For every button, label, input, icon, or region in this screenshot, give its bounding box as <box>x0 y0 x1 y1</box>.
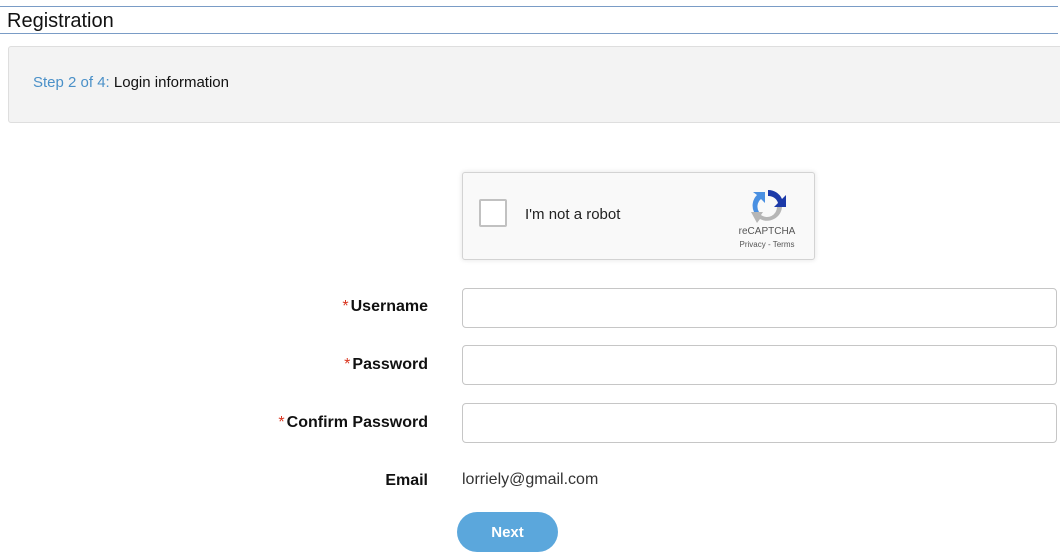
next-button[interactable]: Next <box>457 512 558 552</box>
password-input[interactable] <box>462 345 1057 385</box>
confirm-password-label: * Confirm Password <box>278 414 428 432</box>
required-marker: * <box>278 414 285 431</box>
recaptcha-checkbox[interactable] <box>479 199 507 227</box>
username-label-text: Username <box>350 298 428 315</box>
email-value: lorriely@gmail.com <box>462 471 599 488</box>
recaptcha-brand: reCAPTCHA <box>738 226 796 237</box>
recaptcha-icon <box>751 189 786 223</box>
required-marker: * <box>344 356 351 373</box>
confirm-password-label-text: Confirm Password <box>286 414 428 431</box>
password-label: * Password <box>344 356 428 374</box>
required-marker: * <box>342 298 349 315</box>
step-prefix: Step 2 of 4: <box>33 74 110 91</box>
password-label-text: Password <box>352 356 428 373</box>
recaptcha-links[interactable]: Privacy - Terms <box>727 240 807 249</box>
recaptcha-label: I'm not a robot <box>525 206 621 223</box>
email-label: Email <box>385 472 428 489</box>
page-title: Registration <box>7 10 114 32</box>
step-indicator: Step 2 of 4: Login information <box>8 46 1060 123</box>
step-label: Login information <box>113 74 229 91</box>
username-input[interactable] <box>462 288 1057 328</box>
confirm-password-input[interactable] <box>462 403 1057 443</box>
title-bar: Registration <box>0 6 1058 34</box>
step-text: Step 2 of 4: Login information <box>33 73 229 93</box>
recaptcha-widget: I'm not a robot reCAPTCHA Privacy - Term… <box>462 172 815 260</box>
username-label: * Username <box>342 298 428 316</box>
